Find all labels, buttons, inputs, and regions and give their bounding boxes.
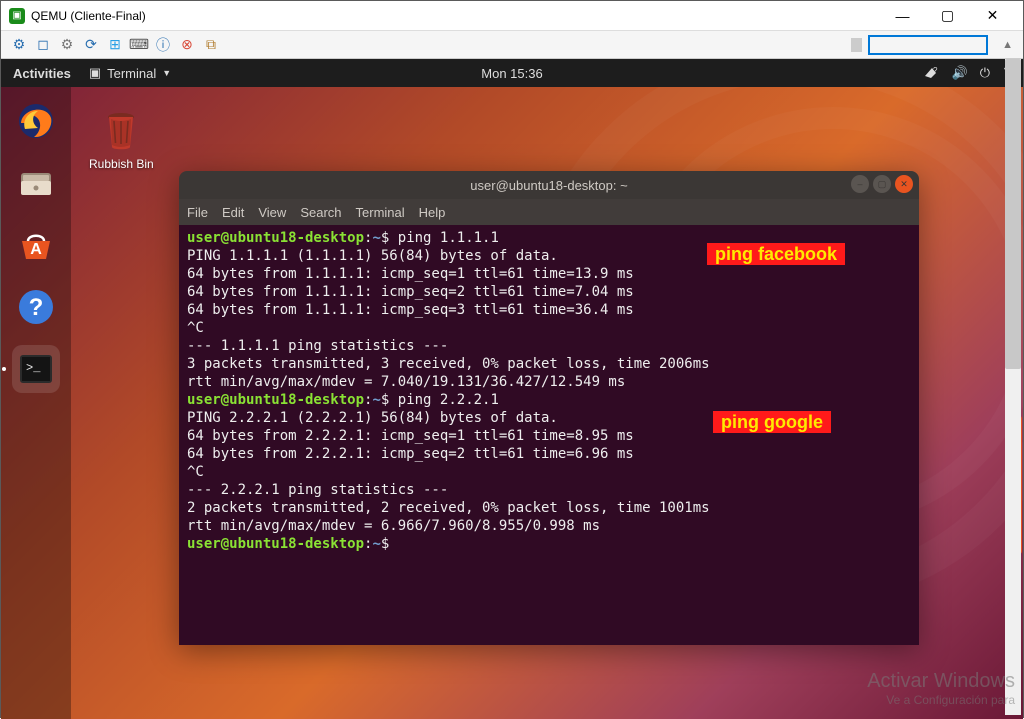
dock-software[interactable]: A (12, 221, 60, 269)
snapshot-icon[interactable]: ⧉ (203, 37, 219, 53)
qemu-host-window: ▣ QEMU (Cliente-Final) — ▢ ✕ ⚙ ◻ ⚙ ⟳ ⊞ ⌨… (0, 0, 1024, 718)
keyboard-icon[interactable]: ⌨ (131, 37, 147, 53)
dropdown-triangle-icon: ▼ (162, 68, 171, 78)
menu-view[interactable]: View (258, 205, 286, 220)
power-icon[interactable]: ⏻ (980, 65, 990, 82)
svg-text:A: A (30, 241, 42, 258)
prompt-dollar: $ (381, 536, 389, 552)
refresh-icon[interactable]: ⟳ (83, 37, 99, 53)
prompt-dollar: $ (381, 392, 389, 408)
windows-key-icon[interactable]: ⊞ (107, 37, 123, 53)
svg-text:?: ? (933, 66, 938, 75)
win-close-button[interactable]: ✕ (970, 1, 1015, 31)
win-titlebar[interactable]: ▣ QEMU (Cliente-Final) — ▢ ✕ (1, 1, 1023, 31)
dock-terminal[interactable]: >_ (12, 345, 60, 393)
terminal-title: user@ubuntu18-desktop: ~ (470, 178, 627, 193)
chevron-up-icon[interactable]: ▲ (1002, 39, 1013, 51)
dock-help[interactable]: ? (12, 283, 60, 331)
prompt-dollar: $ (381, 230, 389, 246)
term-close-button[interactable]: ✕ (895, 175, 913, 193)
term-output: rtt min/avg/max/mdev = 7.040/19.131/36.4… (187, 373, 911, 391)
annotation-ping-google: ping google (713, 411, 831, 433)
cmd-ping-1: ping 1.1.1.1 (398, 230, 499, 246)
terminal-icon: ▣ (89, 65, 101, 81)
ubuntu-desktop[interactable]: A ? >_ Rubbish Bin user@ubuntu18-desktop… (1, 87, 1023, 719)
terminal-body[interactable]: user@ubuntu18-desktop:~$ ping 1.1.1.1 PI… (179, 225, 919, 645)
app-menu-terminal[interactable]: ▣ Terminal ▼ (89, 65, 171, 81)
qemu-app-icon: ▣ (9, 8, 25, 24)
term-output: 64 bytes from 1.1.1.1: icmp_seq=1 ttl=61… (187, 265, 911, 283)
app-menu-label: Terminal (107, 66, 156, 81)
term-output: ^C (187, 319, 911, 337)
annotation-ping-facebook: ping facebook (707, 243, 845, 265)
dock: A ? >_ (1, 87, 71, 719)
term-output: 64 bytes from 1.1.1.1: icmp_seq=3 ttl=61… (187, 301, 911, 319)
qemu-search-input[interactable] (868, 35, 988, 55)
clock[interactable]: Mon 15:36 (481, 66, 542, 81)
term-output: --- 1.1.1.1 ping statistics --- (187, 337, 911, 355)
term-output: 3 packets transmitted, 3 received, 0% pa… (187, 355, 911, 373)
fullscreen-icon[interactable]: ◻ (35, 37, 51, 53)
prompt-user: user@ubuntu18-desktop (187, 230, 364, 246)
watermark-title: Activar Windows (867, 670, 1015, 693)
win-minimize-button[interactable]: — (880, 1, 925, 31)
term-output: 2 packets transmitted, 2 received, 0% pa… (187, 499, 911, 517)
svg-text:>_: >_ (26, 361, 41, 375)
term-output: 64 bytes from 2.2.2.1: icmp_seq=2 ttl=61… (187, 445, 911, 463)
host-scrollbar-thumb[interactable] (1005, 59, 1021, 369)
prompt-path: ~ (372, 230, 380, 246)
terminal-menubar: File Edit View Search Terminal Help (179, 199, 919, 225)
activities-button[interactable]: Activities (13, 66, 71, 81)
qemu-toolbar: ⚙ ◻ ⚙ ⟳ ⊞ ⌨ ⓘ ⊗ ⧉ ▲ (1, 31, 1023, 59)
menu-edit[interactable]: Edit (222, 205, 244, 220)
menu-help[interactable]: Help (419, 205, 446, 220)
menu-terminal[interactable]: Terminal (356, 205, 405, 220)
prompt-path: ~ (372, 536, 380, 552)
search-handle-icon[interactable] (851, 38, 862, 52)
term-output: rtt min/avg/max/mdev = 6.966/7.960/8.955… (187, 517, 911, 535)
window-title: QEMU (Cliente-Final) (31, 9, 146, 23)
menu-file[interactable]: File (187, 205, 208, 220)
desktop-icon-label: Rubbish Bin (89, 157, 154, 171)
close-vm-icon[interactable]: ⊗ (179, 37, 195, 53)
term-maximize-button[interactable]: ▢ (873, 175, 891, 193)
prompt-user: user@ubuntu18-desktop (187, 536, 364, 552)
volume-icon[interactable]: 🔊 (952, 65, 968, 82)
devices-icon[interactable]: ⚙ (11, 37, 27, 53)
svg-text:?: ? (29, 294, 44, 321)
settings-icon[interactable]: ⚙ (59, 37, 75, 53)
window-controls: — ▢ ✕ (880, 1, 1015, 31)
dock-files[interactable] (12, 159, 60, 207)
network-status-icon[interactable]: ? (924, 65, 940, 82)
term-minimize-button[interactable]: – (851, 175, 869, 193)
prompt-path: ~ (372, 392, 380, 408)
menu-search[interactable]: Search (300, 205, 341, 220)
windows-activation-watermark: Activar Windows Ve a Configuración para (867, 670, 1015, 707)
info-icon[interactable]: ⓘ (155, 37, 171, 53)
term-output: ^C (187, 463, 911, 481)
watermark-sub: Ve a Configuración para (867, 693, 1015, 707)
prompt-user: user@ubuntu18-desktop (187, 392, 364, 408)
dock-firefox[interactable] (12, 97, 60, 145)
qemu-search-area (851, 35, 988, 55)
terminal-titlebar[interactable]: user@ubuntu18-desktop: ~ – ▢ ✕ (179, 171, 919, 199)
cmd-ping-2: ping 2.2.2.1 (398, 392, 499, 408)
win-maximize-button[interactable]: ▢ (925, 1, 970, 31)
terminal-window: user@ubuntu18-desktop: ~ – ▢ ✕ File Edit… (179, 171, 919, 645)
running-indicator-dot (2, 367, 6, 371)
desktop-rubbish-bin[interactable]: Rubbish Bin (89, 105, 154, 171)
gnome-top-bar: Activities ▣ Terminal ▼ Mon 15:36 ? 🔊 ⏻ … (1, 59, 1023, 87)
term-output: 64 bytes from 1.1.1.1: icmp_seq=2 ttl=61… (187, 283, 911, 301)
term-output: --- 2.2.2.1 ping statistics --- (187, 481, 911, 499)
